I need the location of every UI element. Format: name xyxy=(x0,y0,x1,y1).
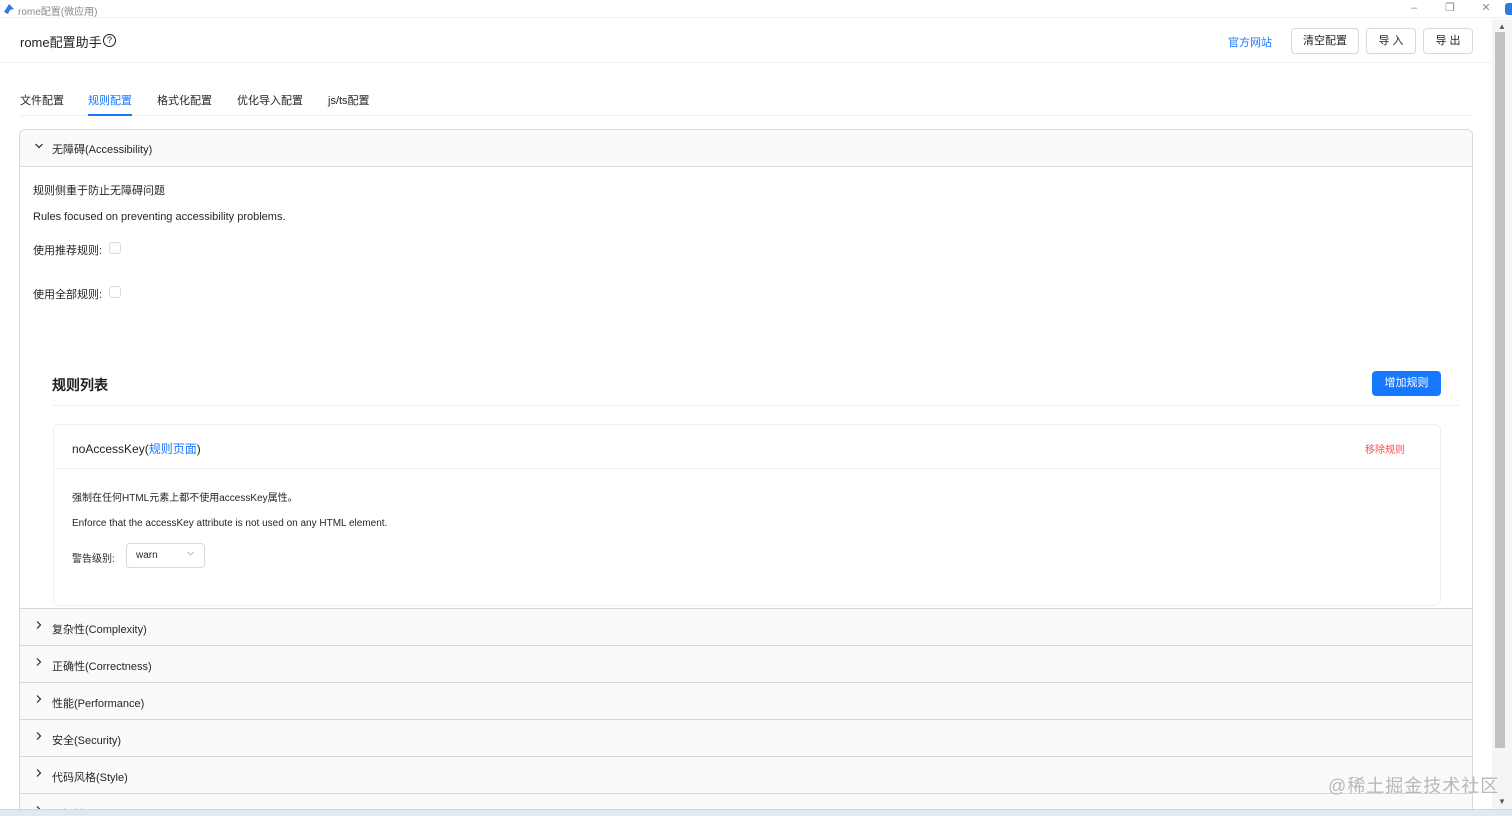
panel-title: 安全(Security) xyxy=(52,735,122,747)
chevron-right-icon xyxy=(33,657,45,669)
tab-import-optimize-config[interactable]: 优化导入配置 xyxy=(237,92,303,108)
rule-description-en: Enforce that the accessKey attribute is … xyxy=(72,518,388,529)
rule-name-text: noAccessKey( xyxy=(72,442,149,456)
scrollbar-thumb[interactable] xyxy=(1495,32,1505,748)
tab-rule-config[interactable]: 规则配置 xyxy=(88,92,132,108)
export-button[interactable]: 导 出 xyxy=(1423,28,1473,54)
close-button[interactable]: ✕ xyxy=(1472,0,1500,18)
scroll-down-icon[interactable]: ▼ xyxy=(1498,797,1506,806)
use-recommended-checkbox[interactable] xyxy=(109,242,121,254)
tab-file-config[interactable]: 文件配置 xyxy=(20,92,64,108)
vertical-scrollbar[interactable]: ▲ ▼ xyxy=(1492,19,1512,809)
minimize-button[interactable]: – xyxy=(1400,0,1428,18)
taskbar-edge xyxy=(0,809,1512,816)
chevron-right-icon xyxy=(33,731,45,743)
help-icon[interactable]: ? xyxy=(103,34,116,47)
panel-header-performance[interactable]: 性能(Performance) xyxy=(20,683,1472,720)
watermark: @稀土掘金技术社区 xyxy=(1328,776,1500,796)
chevron-right-icon xyxy=(33,694,45,706)
panel-title: 无障碍(Accessibility) xyxy=(52,144,153,156)
official-site-link[interactable]: 官方网站 xyxy=(1228,34,1272,50)
warning-level-label: 警告级别: xyxy=(72,554,115,565)
import-button[interactable]: 导 入 xyxy=(1366,28,1416,54)
add-rule-button[interactable]: 增加规则 xyxy=(1372,371,1441,396)
rule-card: noAccessKey(规则页面) 移除规则 强制在任何HTML元素上都不使用a… xyxy=(53,424,1441,606)
panel-header-style[interactable]: 代码风格(Style) xyxy=(20,757,1472,794)
side-app-icon[interactable] xyxy=(1505,3,1512,15)
active-tab-indicator xyxy=(88,114,132,116)
rule-category-collapse: 无障碍(Accessibility) 规则侧重于防止无障碍问题 Rules fo… xyxy=(19,129,1473,816)
category-description-en: Rules focused on preventing accessibilit… xyxy=(33,211,286,223)
rule-card-header: noAccessKey(规则页面) 移除规则 xyxy=(54,425,1440,469)
panel-title: 正确性(Correctness) xyxy=(52,661,152,673)
warning-level-value: warn xyxy=(136,550,158,561)
use-recommended-label: 使用推荐规则: xyxy=(33,245,103,257)
use-all-checkbox[interactable] xyxy=(109,286,121,298)
chevron-down-icon xyxy=(33,141,45,153)
panel-body-accessibility: 规则侧重于防止无障碍问题 Rules focused on preventing… xyxy=(20,167,1472,634)
tab-jsts-config[interactable]: js/ts配置 xyxy=(328,92,370,108)
divider xyxy=(52,405,1460,406)
use-all-label: 使用全部规则: xyxy=(33,289,103,301)
chevron-right-icon xyxy=(33,620,45,632)
page-title: rome配置助手 xyxy=(20,35,102,50)
warning-level-select[interactable]: warn xyxy=(126,543,205,568)
chevron-down-icon xyxy=(186,549,195,560)
panel-header-accessibility[interactable]: 无障碍(Accessibility) xyxy=(20,130,1472,167)
scroll-up-icon[interactable]: ▲ xyxy=(1498,22,1506,31)
restore-button[interactable]: ❐ xyxy=(1436,0,1464,18)
rule-page-link[interactable]: 规则页面 xyxy=(149,442,197,456)
panel-header-security[interactable]: 安全(Security) xyxy=(20,720,1472,757)
window-title: rome配置(微应用) xyxy=(18,7,98,18)
tab-format-config[interactable]: 格式化配置 xyxy=(157,92,212,108)
app-logo-icon xyxy=(4,4,14,14)
rule-description-zh: 强制在任何HTML元素上都不使用accessKey属性。 xyxy=(72,493,298,504)
chevron-right-icon xyxy=(33,768,45,780)
rule-name: noAccessKey(规则页面) xyxy=(72,440,201,457)
panel-header-complexity[interactable]: 复杂性(Complexity) xyxy=(20,609,1472,646)
panel-title: 复杂性(Complexity) xyxy=(52,624,147,636)
rules-list-title: 规则列表 xyxy=(52,377,108,393)
panel-header-correctness[interactable]: 正确性(Correctness) xyxy=(20,646,1472,683)
config-tabs: 文件配置 规则配置 格式化配置 优化导入配置 js/ts配置 xyxy=(20,64,1472,116)
remove-rule-link[interactable]: 移除规则 xyxy=(1365,441,1405,456)
app-header: rome配置助手 ? 官方网站 清空配置 导 入 导 出 xyxy=(0,19,1492,63)
rule-name-suffix: ) xyxy=(196,442,201,456)
category-description-zh: 规则侧重于防止无障碍问题 xyxy=(33,185,165,197)
clear-config-button[interactable]: 清空配置 xyxy=(1291,28,1359,54)
window-titlebar: rome配置(微应用) – ❐ ✕ xyxy=(0,0,1512,18)
panel-title: 代码风格(Style) xyxy=(52,772,128,784)
panel-title: 性能(Performance) xyxy=(52,698,145,710)
